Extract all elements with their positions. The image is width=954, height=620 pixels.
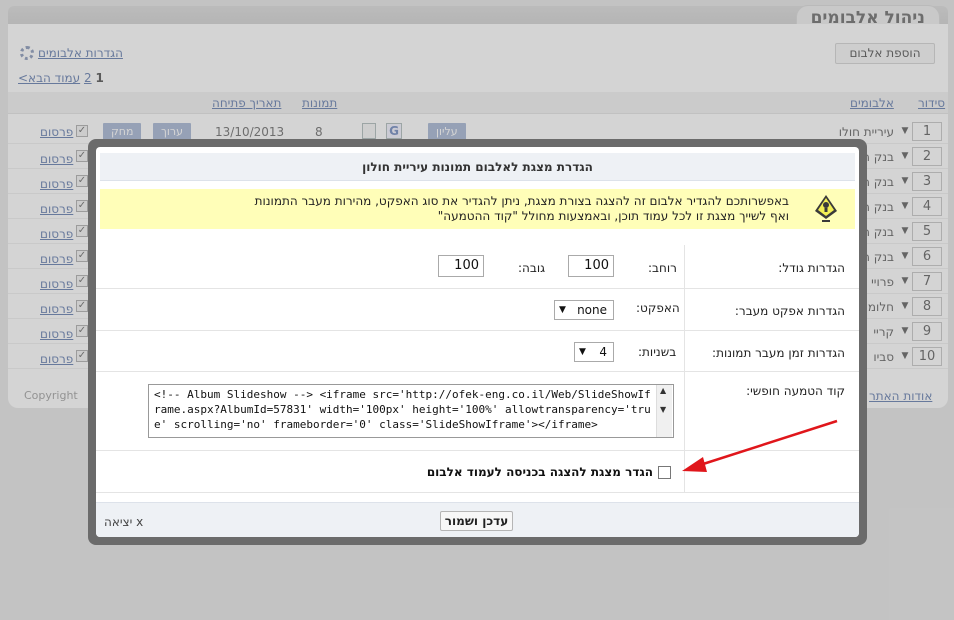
height-label: גובה: xyxy=(518,261,546,275)
seconds-select[interactable]: ▼ 4 xyxy=(574,342,614,362)
save-button[interactable]: עדכן ושמור xyxy=(440,511,513,531)
info-line-2: ואף לשייך מצגת זו לכל עמוד תוכן, ובאמצעו… xyxy=(437,209,789,223)
scroll-down-icon[interactable]: ▼ xyxy=(660,405,666,414)
warning-lightbulb-icon xyxy=(815,195,837,222)
effect-select[interactable]: ▼ none xyxy=(554,300,614,320)
exit-link[interactable]: x יציאה xyxy=(104,515,143,529)
seconds-label: בשניות: xyxy=(638,345,677,359)
effect-settings-label: הגדרות אפקט מעבר: xyxy=(734,304,845,318)
seconds-value: 4 xyxy=(599,345,607,359)
embed-code-label: קוד הטמעה חופשי: xyxy=(746,384,845,398)
time-settings-label: הגדרות זמן מעבר תמונות: xyxy=(712,346,845,360)
dialog-title: הגדרת מצגת לאלבום תמונות עיריית חולון xyxy=(100,153,855,181)
show-on-entry-label: הגדר מצגת להצגה בכניסה לעמוד אלבום xyxy=(426,465,653,479)
height-input[interactable]: 100 xyxy=(438,255,484,277)
size-settings-label: הגדרות גודל: xyxy=(778,261,845,275)
dropdown-arrow-icon: ▼ xyxy=(579,347,586,357)
slideshow-settings-dialog: הגדרת מצגת לאלבום תמונות עיריית חולון בא… xyxy=(96,147,859,537)
dialog-footer: עדכן ושמור x יציאה xyxy=(96,502,859,537)
info-box: באפשרותכם להגדיר אלבום זה להצגה בצורת מצ… xyxy=(100,189,855,229)
width-label: רוחב: xyxy=(648,261,677,275)
embed-code-textarea[interactable]: <!-- Album Slideshow --> <iframe src='ht… xyxy=(148,384,674,438)
dropdown-arrow-icon: ▼ xyxy=(559,305,566,315)
info-line-1: באפשרותכם להגדיר אלבום זה להצגה בצורת מצ… xyxy=(254,194,789,208)
effect-value: none xyxy=(577,303,607,317)
width-input[interactable]: 100 xyxy=(568,255,614,277)
show-on-entry-checkbox[interactable] xyxy=(658,466,671,479)
effect-label: האפקט: xyxy=(636,301,680,315)
info-text: באפשרותכם להגדיר אלבום זה להצגה בצורת מצ… xyxy=(229,194,789,224)
scroll-up-icon[interactable]: ▲ xyxy=(660,386,666,395)
textarea-scrollbar[interactable]: ▲ ▼ xyxy=(656,385,672,437)
